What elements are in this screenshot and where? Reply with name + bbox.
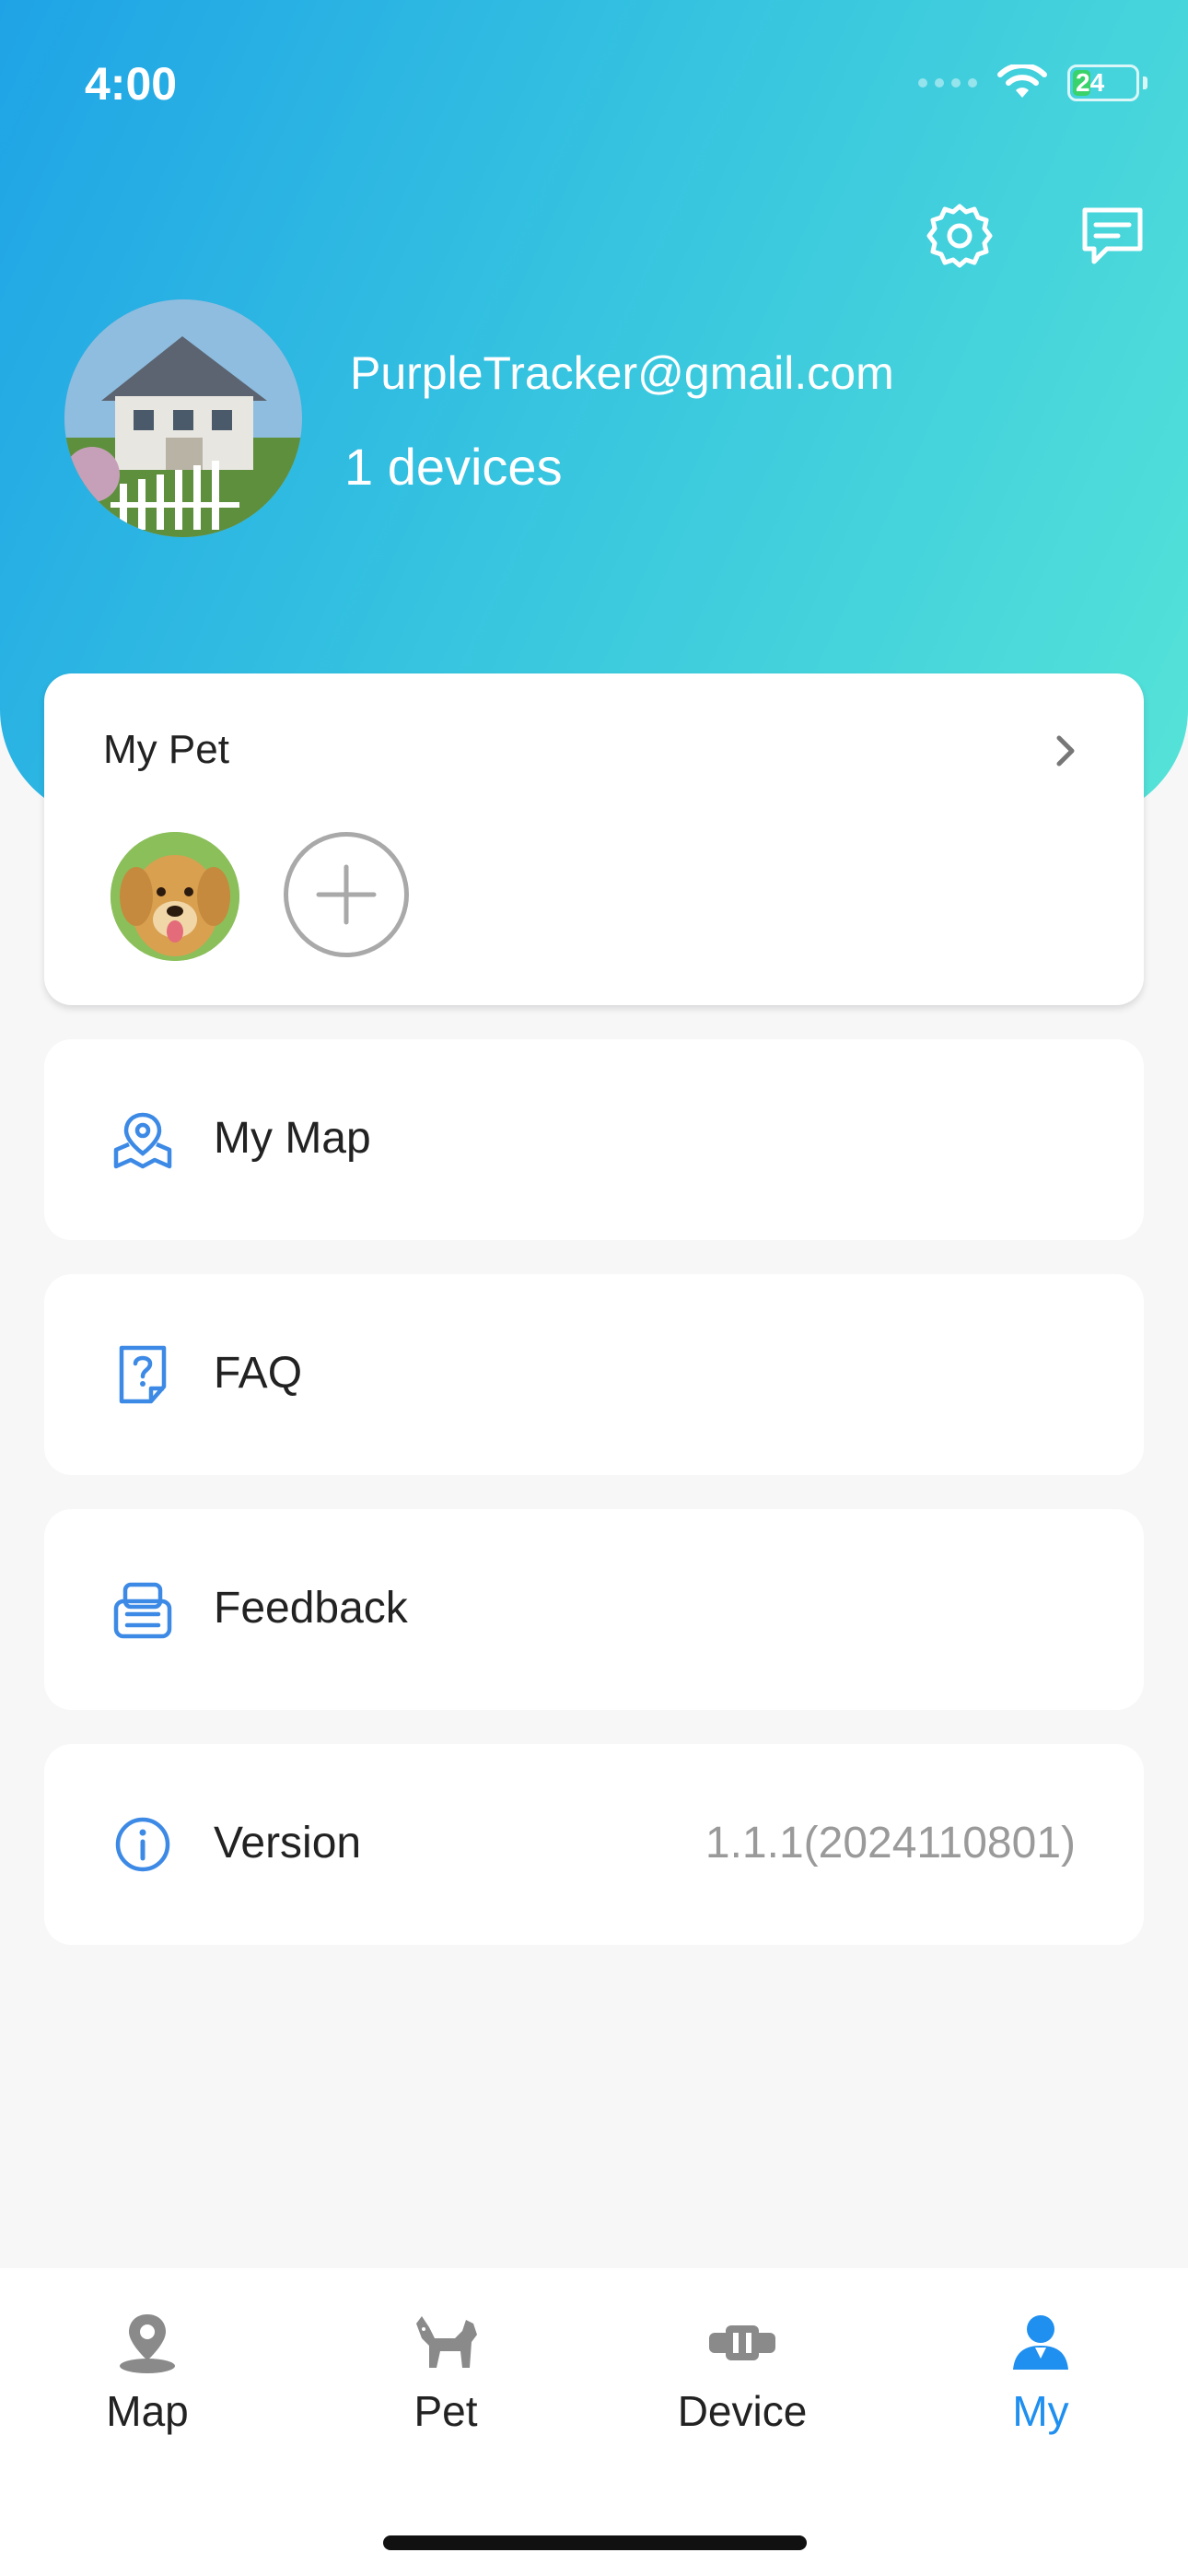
tab-label: Pet — [413, 2387, 478, 2435]
map-pin-icon — [113, 1112, 172, 1169]
feedback-icon — [113, 1582, 172, 1639]
tab-map[interactable]: Map — [55, 2311, 239, 2436]
chevron-right-icon — [1056, 735, 1075, 767]
message-icon[interactable] — [1077, 201, 1147, 271]
tab-pet[interactable]: Pet — [354, 2311, 538, 2436]
status-time: 4:00 — [85, 58, 178, 110]
gear-icon[interactable] — [925, 201, 995, 271]
tab-my[interactable]: My — [949, 2311, 1133, 2436]
my-pet-card[interactable]: My Pet — [44, 673, 1144, 1005]
menu-label: My Map — [214, 1114, 371, 1163]
user-icon — [1013, 2315, 1068, 2370]
wifi-icon — [997, 64, 1047, 98]
profile-avatar[interactable] — [64, 299, 302, 537]
menu-label: Feedback — [214, 1584, 408, 1633]
pet-avatar[interactable] — [111, 832, 239, 961]
account-email: PurpleTracker@gmail.com — [350, 347, 894, 399]
menu-label: Version — [214, 1819, 362, 1868]
add-pet-button[interactable] — [284, 832, 409, 957]
plus-icon — [316, 864, 377, 925]
menu-item-version[interactable]: Version 1.1.1(2024110801) — [44, 1744, 1144, 1945]
dog-icon — [416, 2316, 477, 2368]
device-count: 1 devices — [344, 438, 563, 496]
tab-bar: Map Pet Device My — [0, 2268, 1188, 2576]
tab-label: Device — [677, 2387, 808, 2435]
battery-level: 24 — [1076, 68, 1105, 97]
tab-label: Map — [106, 2387, 189, 2435]
menu-label: FAQ — [214, 1349, 303, 1398]
my-pet-title: My Pet — [103, 727, 229, 772]
home-indicator[interactable] — [383, 2535, 807, 2550]
menu-item-feedback[interactable]: Feedback — [44, 1509, 1144, 1710]
question-doc-icon — [119, 1345, 167, 1404]
tracker-device-icon — [709, 2325, 775, 2360]
version-value: 1.1.1(2024110801) — [705, 1819, 1076, 1868]
tab-device[interactable]: Device — [650, 2311, 834, 2436]
menu-item-my-map[interactable]: My Map — [44, 1039, 1144, 1240]
tab-label: My — [1012, 2387, 1069, 2435]
menu-item-faq[interactable]: FAQ — [44, 1274, 1144, 1475]
location-icon — [120, 2314, 175, 2373]
status-icons: 24 — [918, 64, 1147, 101]
battery-icon: 24 — [1067, 64, 1139, 101]
cellular-signal-icon — [918, 78, 977, 88]
info-icon — [115, 1817, 170, 1872]
